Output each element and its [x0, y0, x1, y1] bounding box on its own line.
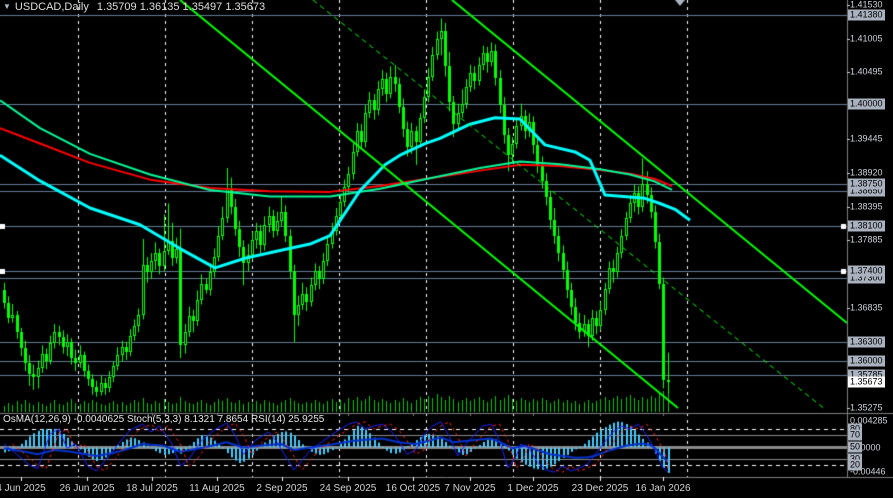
- price-axis-tick: 1.36835: [850, 302, 883, 313]
- oscillator-level-label[interactable]: 50: [848, 441, 863, 453]
- price-level-label[interactable]: 1.41380: [848, 9, 885, 21]
- time-axis-label[interactable]: 18 Jul 2025: [126, 483, 178, 494]
- price-axis-tick: 1.35275: [850, 402, 883, 413]
- time-axis-label[interactable]: 7 Nov 2025: [444, 483, 495, 494]
- price-axis-tick: 1.39445: [850, 133, 883, 144]
- price-axis-tick: 1.38920: [850, 167, 883, 178]
- price-level-label[interactable]: 1.37400: [848, 265, 885, 277]
- time-axis-label[interactable]: 2 Sep 2025: [256, 483, 307, 494]
- time-axis-label[interactable]: 26 Jun 2025: [59, 483, 114, 494]
- time-axis-label[interactable]: 23 Dec 2025: [572, 483, 629, 494]
- price-axis-tick: 1.38395: [850, 201, 883, 212]
- oscillator-level-label[interactable]: 70: [848, 429, 863, 441]
- price-level-label[interactable]: 1.38750: [848, 178, 885, 190]
- time-axis-label[interactable]: 1 Dec 2025: [507, 483, 558, 494]
- price-level-label[interactable]: 1.36000: [848, 355, 885, 367]
- price-level-label[interactable]: 1.40000: [848, 98, 885, 110]
- chevron-down-icon[interactable]: ▼: [3, 2, 11, 11]
- current-price-label: 1.35673: [848, 376, 885, 388]
- price-level-label[interactable]: 1.36300: [848, 336, 885, 348]
- time-axis-label[interactable]: 11 Aug 2025: [189, 483, 244, 494]
- time-axis-label[interactable]: 24 Sep 2025: [320, 483, 377, 494]
- ohlc-values: 1.35709 1.36135 1.35497 1.35673: [96, 1, 266, 13]
- price-axis-tick: 1.37885: [850, 234, 883, 245]
- trading-terminal-chart: ▼ USDCAD,Daily 1.35709 1.36135 1.35497 1.3…: [0, 0, 893, 498]
- chart-title: ▼ USDCAD,Daily 1.35709 1.36135 1.35497 1.3…: [3, 1, 265, 13]
- indicator-values-label: OsMA(12,26,9) -0.0040625 Stoch(5,3,3) 8.…: [3, 414, 325, 425]
- symbol-period-label: USDCAD,Daily: [14, 1, 89, 13]
- price-level-label[interactable]: 1.38100: [848, 220, 885, 232]
- oscillator-level-label[interactable]: 20: [848, 459, 863, 471]
- price-axis-tick: 1.41005: [850, 33, 883, 44]
- time-axis-label[interactable]: 16 Jan 2026: [635, 483, 690, 494]
- time-axis-label[interactable]: 16 Oct 2025: [386, 483, 440, 494]
- price-axis-tick: 1.40495: [850, 66, 883, 77]
- time-axis-label[interactable]: 4 Jun 2025: [0, 483, 46, 494]
